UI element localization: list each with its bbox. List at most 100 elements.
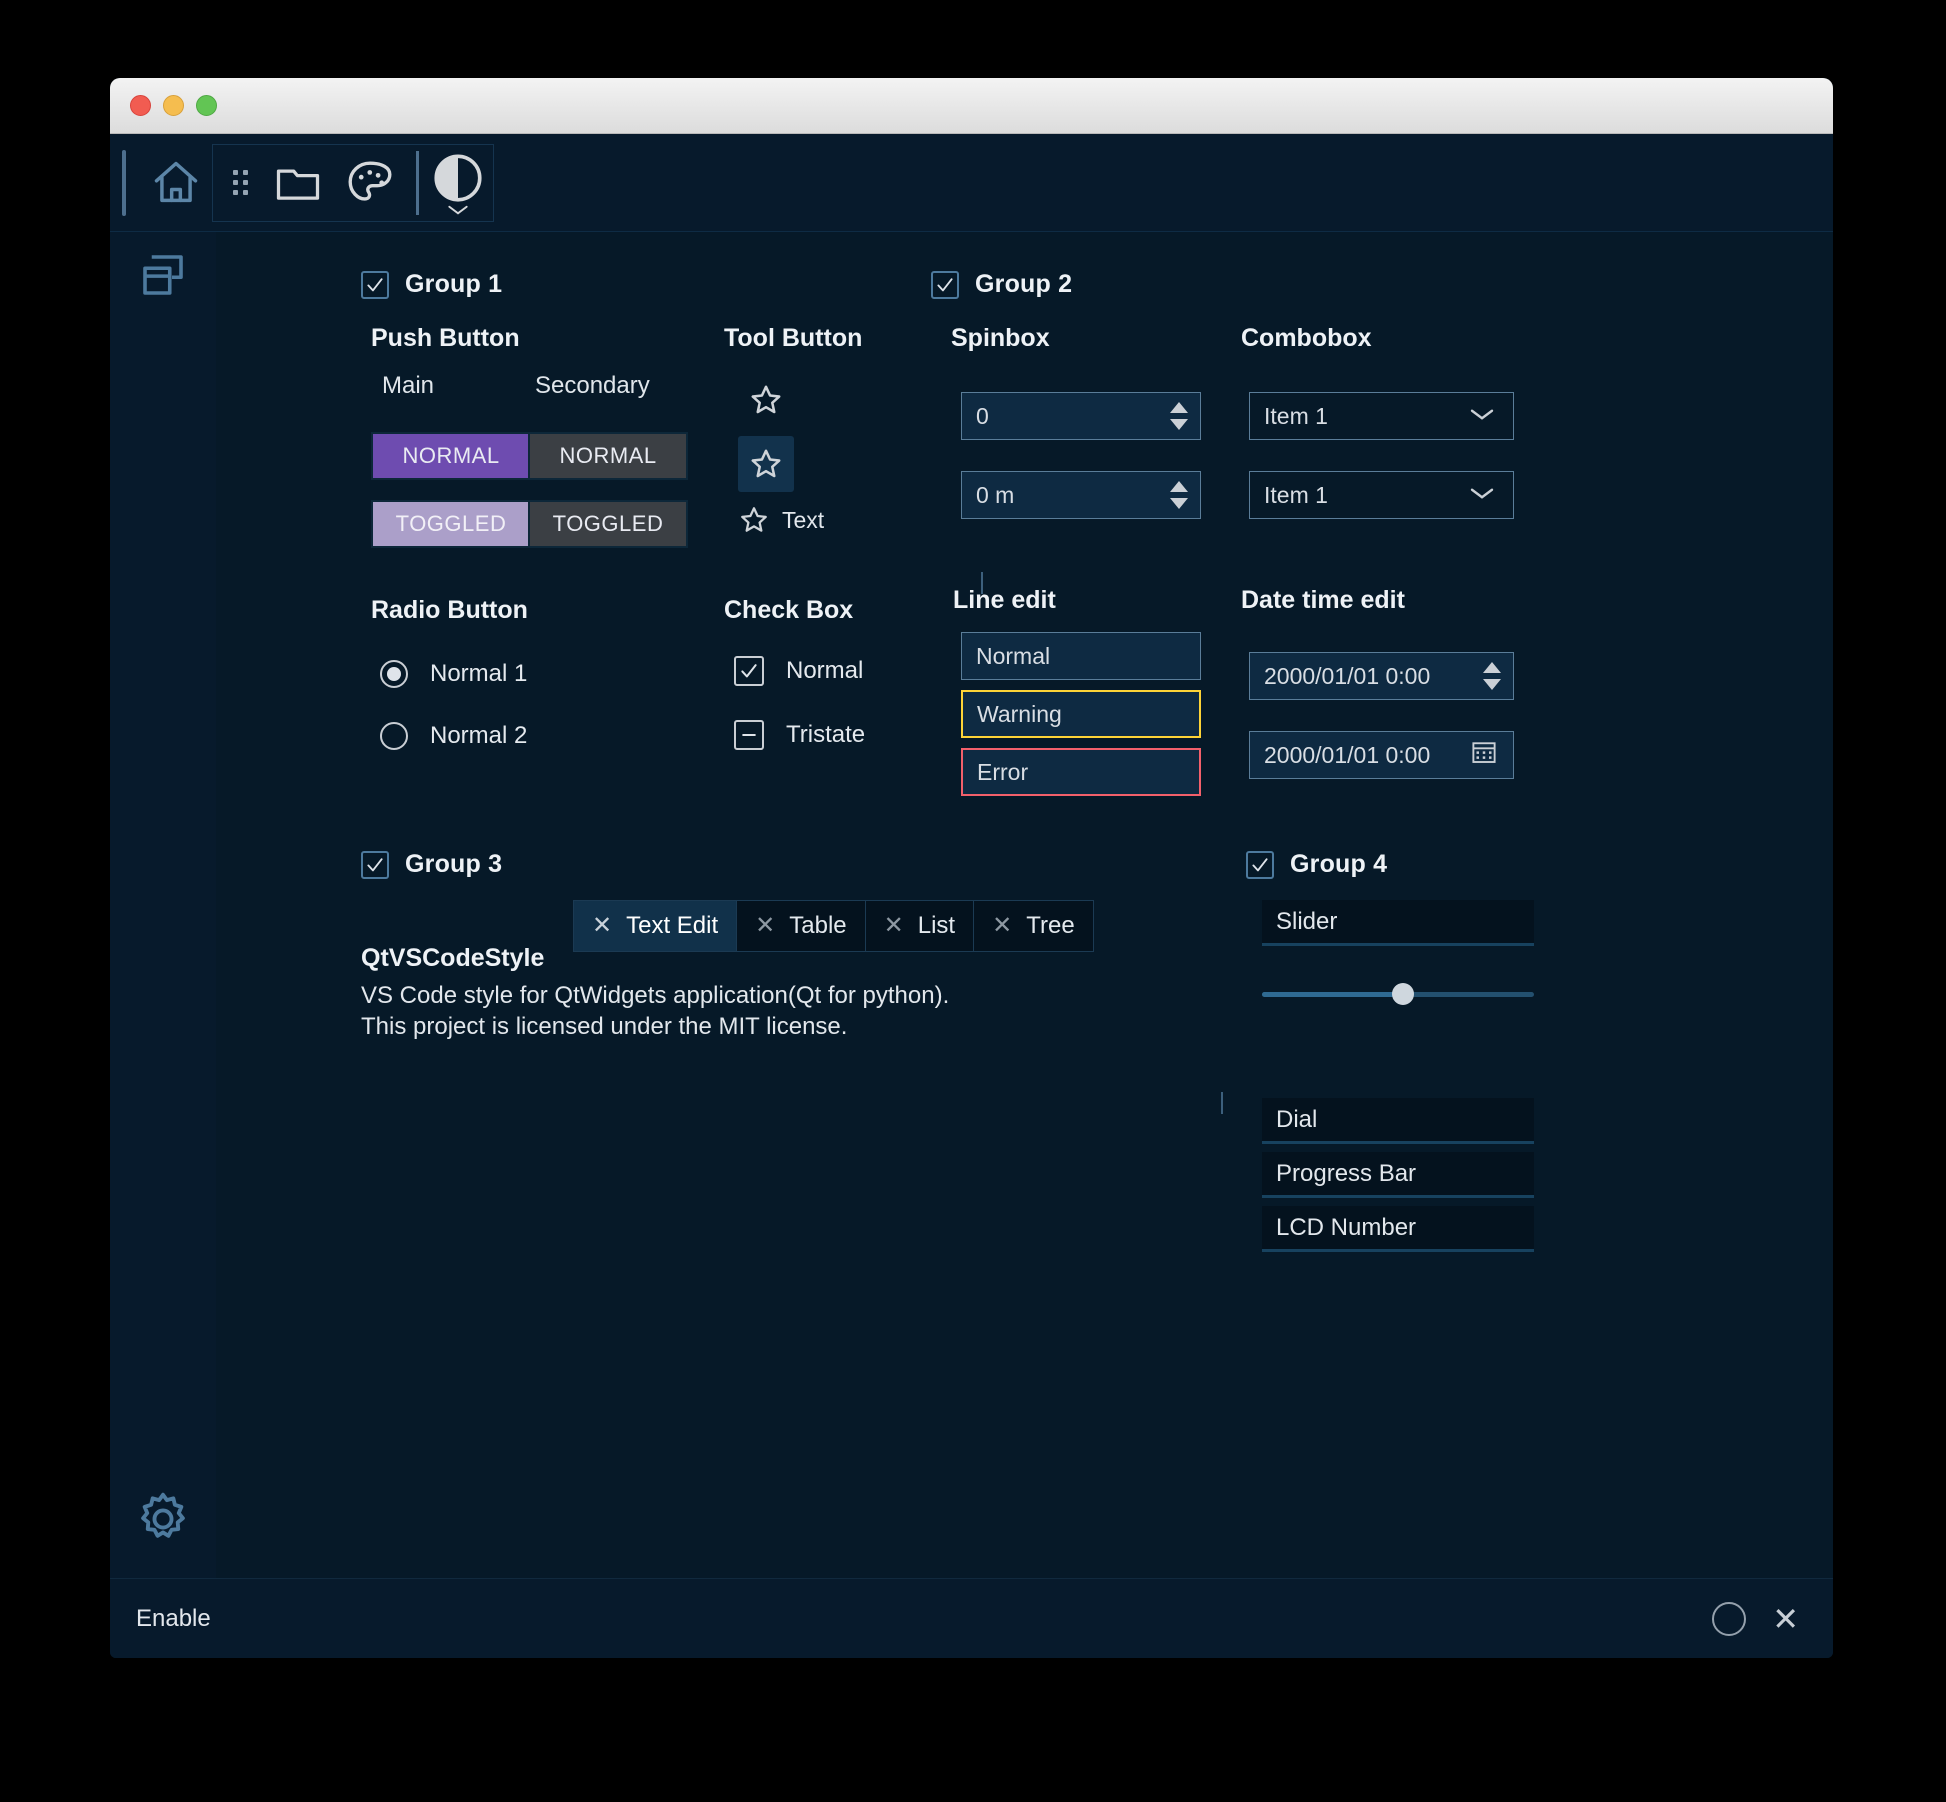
close-icon[interactable]: ✕	[992, 914, 1012, 938]
close-icon[interactable]: ✕	[755, 914, 775, 938]
checkbox-option-normal[interactable]: Normal	[734, 656, 865, 686]
date-time-edit-calendar[interactable]: 2000/01/01 0:00	[1249, 731, 1514, 779]
radio-button-title: Radio Button	[371, 596, 528, 624]
close-icon[interactable]: ✕	[884, 914, 904, 938]
group-divider-2	[1221, 1092, 1223, 1114]
group1-header[interactable]: Group 1	[361, 270, 502, 299]
checkbox-option-tristate[interactable]: Tristate	[734, 720, 865, 750]
group4-title: Group 4	[1290, 850, 1388, 878]
line-edit-error-value: Error	[977, 758, 1029, 785]
spinbox-stepper[interactable]	[1170, 402, 1188, 430]
close-icon[interactable]: ✕	[592, 914, 612, 938]
spinbox-suffix[interactable]: 0 m	[961, 471, 1201, 519]
slider-handle[interactable]	[1392, 983, 1415, 1005]
calendar-icon[interactable]	[1469, 737, 1499, 773]
text-edit-heading: QtVSCodeStyle	[361, 944, 545, 972]
group3-checkbox[interactable]	[361, 850, 389, 879]
contrast-circle-icon[interactable]	[429, 149, 487, 217]
star-icon	[741, 507, 767, 532]
radio-option-normal-2[interactable]: Normal 2	[380, 722, 527, 750]
line-edit-normal[interactable]: Normal	[961, 632, 1201, 680]
spinbox-title: Spinbox	[951, 324, 1050, 352]
tool-button-star-plain[interactable]	[738, 372, 794, 428]
group1-title: Group 1	[405, 270, 503, 298]
date-time-edit-spin[interactable]: 2000/01/01 0:00	[1249, 652, 1514, 700]
tab-table-label: Table	[789, 912, 847, 939]
tab-list-label: List	[917, 912, 956, 939]
radio-icon[interactable]	[380, 660, 408, 688]
line-edit-warning-value: Warning	[977, 700, 1062, 727]
group4-header[interactable]: Group 4	[1246, 850, 1387, 879]
chevron-down-icon	[1467, 403, 1497, 430]
folder-icon[interactable]	[262, 147, 334, 219]
checkbox-icon-partial[interactable]	[734, 720, 764, 750]
date-time-stepper[interactable]	[1483, 662, 1501, 690]
push-button-secondary-toggled[interactable]: TOGGLED	[528, 500, 688, 548]
text-edit-line-1: VS Code style for QtWidgets application(…	[361, 982, 950, 1009]
spinbox-integer[interactable]: 0	[961, 392, 1201, 440]
group2-title: Group 2	[975, 270, 1073, 298]
date-time-edit-title: Date time edit	[1241, 586, 1405, 614]
checkbox-label: Tristate	[786, 721, 866, 748]
spinbox-stepper[interactable]	[1170, 481, 1188, 509]
toolbar-drag-handle[interactable]	[122, 149, 126, 216]
titlebar	[110, 78, 1833, 134]
toolbar-separator	[416, 150, 419, 215]
checkbox-label: Normal	[786, 657, 864, 684]
window-panels-icon[interactable]	[110, 232, 216, 318]
push-button-col-main: Main	[382, 372, 435, 399]
radio-label: Normal 1	[430, 660, 528, 687]
date-time-edit-calendar-value: 2000/01/01 0:00	[1264, 741, 1431, 768]
slider-label-item[interactable]: Slider	[1262, 900, 1534, 946]
checkbox-icon-checked[interactable]	[734, 656, 764, 686]
group3-header[interactable]: Group 3	[361, 850, 502, 879]
group2-checkbox[interactable]	[931, 270, 959, 299]
push-button-secondary-normal[interactable]: NORMAL	[528, 432, 688, 480]
line-edit-error[interactable]: Error	[961, 748, 1201, 796]
lcd-number-label: LCD Number	[1276, 1213, 1417, 1241]
status-bar: Enable ✕	[110, 1578, 1833, 1658]
main-toolbar	[110, 134, 1833, 232]
progress-bar-label: Progress Bar	[1276, 1159, 1417, 1187]
push-button-main-toggled[interactable]: TOGGLED	[371, 500, 531, 548]
maximize-window-button[interactable]	[196, 95, 217, 116]
tab-text-edit-label: Text Edit	[626, 912, 719, 939]
spinbox-integer-value: 0	[976, 402, 989, 429]
group2-header[interactable]: Group 2	[931, 270, 1072, 299]
group3-title: Group 3	[405, 850, 503, 878]
tool-button-star-selected[interactable]	[738, 436, 794, 492]
close-window-button[interactable]	[130, 95, 151, 116]
combobox-2[interactable]: Item 1	[1249, 471, 1514, 519]
group1-checkbox[interactable]	[361, 270, 389, 299]
combobox-2-value: Item 1	[1264, 481, 1328, 508]
radio-icon[interactable]	[380, 722, 408, 750]
circle-icon[interactable]	[1712, 1601, 1747, 1636]
line-edit-normal-value: Normal	[976, 642, 1051, 669]
combobox-1[interactable]: Item 1	[1249, 392, 1514, 440]
dial-item[interactable]: Dial	[1262, 1098, 1534, 1144]
radio-option-normal-1[interactable]: Normal 1	[380, 660, 527, 688]
tab-tree-label: Tree	[1026, 912, 1075, 939]
toolbar-group	[212, 143, 494, 222]
group3-text-edit[interactable]: QtVSCodeStyle VS Code style for QtWidget…	[361, 944, 1081, 1042]
tool-button-star-text[interactable]: Text	[738, 504, 824, 536]
lcd-number-item[interactable]: LCD Number	[1262, 1206, 1534, 1252]
date-time-edit-spin-value: 2000/01/01 0:00	[1264, 662, 1431, 689]
push-button-main-normal[interactable]: NORMAL	[371, 432, 531, 480]
group4-checkbox[interactable]	[1246, 850, 1274, 879]
line-edit-warning[interactable]: Warning	[961, 690, 1201, 738]
gear-icon[interactable]	[110, 1488, 216, 1550]
tool-button-title: Tool Button	[724, 324, 863, 352]
grip-dots-icon[interactable]	[233, 170, 248, 195]
slider-control[interactable]	[1262, 974, 1534, 1014]
minimize-window-button[interactable]	[163, 95, 184, 116]
progress-bar-item[interactable]: Progress Bar	[1262, 1152, 1534, 1198]
close-icon[interactable]: ✕	[1772, 1603, 1799, 1635]
tool-button-text-label: Text	[782, 506, 825, 533]
slider-label: Slider	[1276, 907, 1338, 935]
palette-icon[interactable]	[334, 147, 406, 219]
chevron-down-icon	[1467, 482, 1497, 509]
radio-label: Normal 2	[430, 722, 528, 749]
push-button-col-secondary: Secondary	[535, 372, 650, 399]
home-icon[interactable]	[140, 147, 212, 219]
